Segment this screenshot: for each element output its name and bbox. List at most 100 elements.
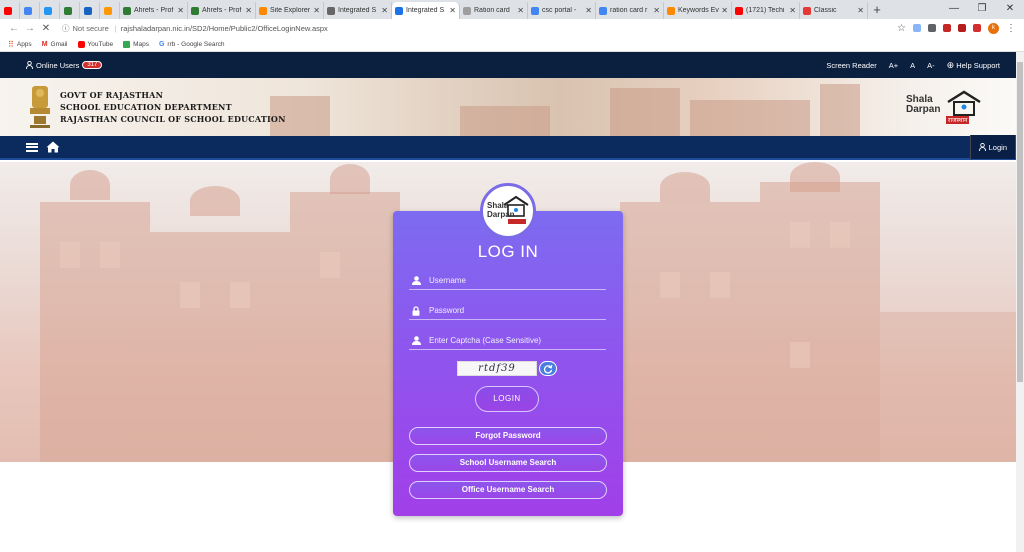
banner-building [820,84,860,136]
browser-tab[interactable]: Integrated S ✕ [324,2,392,19]
extension-icon[interactable] [913,24,921,32]
profile-avatar[interactable]: k [988,22,999,34]
bookmark-maps[interactable]: Maps [123,40,149,48]
tab-title: Site Explorer [270,7,311,14]
browser-tab[interactable] [100,2,120,19]
hamburger-menu-icon[interactable] [26,142,38,152]
font-normal-link[interactable]: A [910,61,915,70]
forgot-password-button[interactable]: Forgot Password [409,427,607,445]
palace-tower [760,182,880,462]
refresh-captcha-icon[interactable] [539,361,557,376]
username-field[interactable]: Username [409,272,606,290]
browser-tab[interactable]: ration card r ✕ [596,2,664,19]
maximize-button[interactable]: ❐ [968,0,996,19]
url-box[interactable]: Not secure | rajshaladarpan.nic.in/SD2/H… [62,23,897,34]
tab-list: Ahrefs - Prof ✕ Ahrefs - Prof ✕ Site Explore… [0,2,868,19]
tab-title: Integrated S [338,7,377,14]
browser-tab[interactable]: Ahrefs - Prof ✕ [120,2,188,19]
banner-building [610,88,680,136]
tab-favicon-icon [599,6,607,15]
browser-tab[interactable] [0,2,20,19]
shala-darpan-logo[interactable]: Shala Darpan राजस्थान [906,90,986,124]
close-tab-icon[interactable]: ✕ [449,6,456,15]
tab-title: (1721) Techi [746,7,785,14]
browser-tab[interactable] [60,2,80,19]
extension-icon[interactable] [943,24,951,32]
close-tab-icon[interactable]: ✕ [857,6,864,15]
palace-tower [150,232,290,462]
forward-icon[interactable]: → [22,23,38,34]
close-tab-icon[interactable]: ✕ [381,6,388,15]
banner-building [690,100,810,136]
browser-tab[interactable]: (1721) Techi ✕ [732,2,800,19]
svg-text:Darpan: Darpan [487,210,515,219]
browser-tab[interactable]: Classic ✕ [800,2,868,19]
browser-tab[interactable]: Integrated S ✕ [392,2,460,19]
tab-favicon-icon [123,6,131,15]
extension-icon[interactable] [928,24,936,32]
username-placeholder: Username [429,276,466,285]
tab-favicon-icon [463,6,471,15]
not-secure-label[interactable]: Not secure [62,23,109,34]
scrollbar-thumb[interactable] [1017,62,1023,382]
help-support-link[interactable]: ⊕ Help Support [947,60,1000,71]
google-icon: G [158,40,165,48]
close-tab-icon[interactable]: ✕ [721,6,728,15]
home-icon[interactable] [46,141,60,153]
bookmark-apps[interactable]: ⠿ Apps [8,40,32,49]
browser-tab[interactable]: Ration card ✕ [460,2,528,19]
browser-tab[interactable]: Keywords Ev ✕ [664,2,732,19]
govt-line-1: GOVT OF RAJASTHAN [60,90,164,100]
url-text[interactable]: rajshaladarpan.nic.in/SD2/Home/Public2/O… [121,24,328,33]
close-tab-icon[interactable]: ✕ [789,6,796,15]
captcha-field[interactable]: Enter Captcha (Case Sensitive) [409,332,606,350]
browser-tab[interactable] [20,2,40,19]
browser-tab[interactable]: csc portal - ✕ [528,2,596,19]
close-tab-icon[interactable]: ✕ [585,6,592,15]
toolbar-right: ☆ k ⋮ [897,22,1024,34]
menu-kebab-icon[interactable]: ⋮ [1006,23,1016,34]
close-tab-icon[interactable]: ✕ [245,6,252,15]
new-tab-button[interactable]: + [868,2,886,19]
bookmark-youtube[interactable]: YouTube [77,40,113,48]
stop-loading-icon[interactable]: ✕ [38,23,54,34]
lock-icon [409,305,423,316]
extension-icon[interactable] [958,24,966,32]
gmail-icon: M [41,40,48,48]
bookmark-gmail[interactable]: M Gmail [42,41,68,48]
bookmark-label: Gmail [50,40,68,48]
nav-login-button[interactable]: Login [969,135,1016,159]
password-field[interactable]: Password [409,302,606,320]
school-username-search-button[interactable]: School Username Search [409,454,607,472]
bookmark-star-icon[interactable]: ☆ [897,23,906,34]
minimize-button[interactable]: — [940,0,968,19]
browser-tab[interactable] [80,2,100,19]
extension-icon[interactable] [973,24,981,32]
screen-reader-link[interactable]: Screen Reader [826,61,876,70]
tab-title: Classic [814,7,837,14]
browser-tab[interactable]: Ahrefs - Prof ✕ [188,2,256,19]
close-tab-icon[interactable]: ✕ [517,6,524,15]
bookmark-google-search[interactable]: G rrb - Google Search [159,41,225,48]
back-icon[interactable]: ← [6,23,22,34]
close-window-button[interactable]: ✕ [996,0,1024,19]
browser-tab[interactable]: Site Explorer ✕ [256,2,324,19]
close-tab-icon[interactable]: ✕ [313,6,320,15]
login-button[interactable]: LOGIN [475,386,539,412]
office-username-search-button[interactable]: Office Username Search [409,481,607,499]
close-tab-icon[interactable]: ✕ [653,6,660,15]
close-tab-icon[interactable]: ✕ [177,6,184,15]
captcha-image: rtdf39 [457,361,537,376]
tab-favicon-icon [64,6,72,15]
bookmark-label: Apps [16,40,32,48]
font-increase-link[interactable]: A+ [889,61,898,70]
apps-grid-icon: ⠿ [8,39,14,49]
palace-tower [40,202,150,462]
palace-dome [190,186,240,216]
page-scrollbar[interactable] [1016,52,1024,552]
font-decrease-link[interactable]: A- [927,61,935,70]
palace-dome [70,170,110,200]
browser-tab[interactable] [40,2,60,19]
tab-favicon-icon [4,6,12,15]
svg-text:Shala: Shala [487,201,509,210]
